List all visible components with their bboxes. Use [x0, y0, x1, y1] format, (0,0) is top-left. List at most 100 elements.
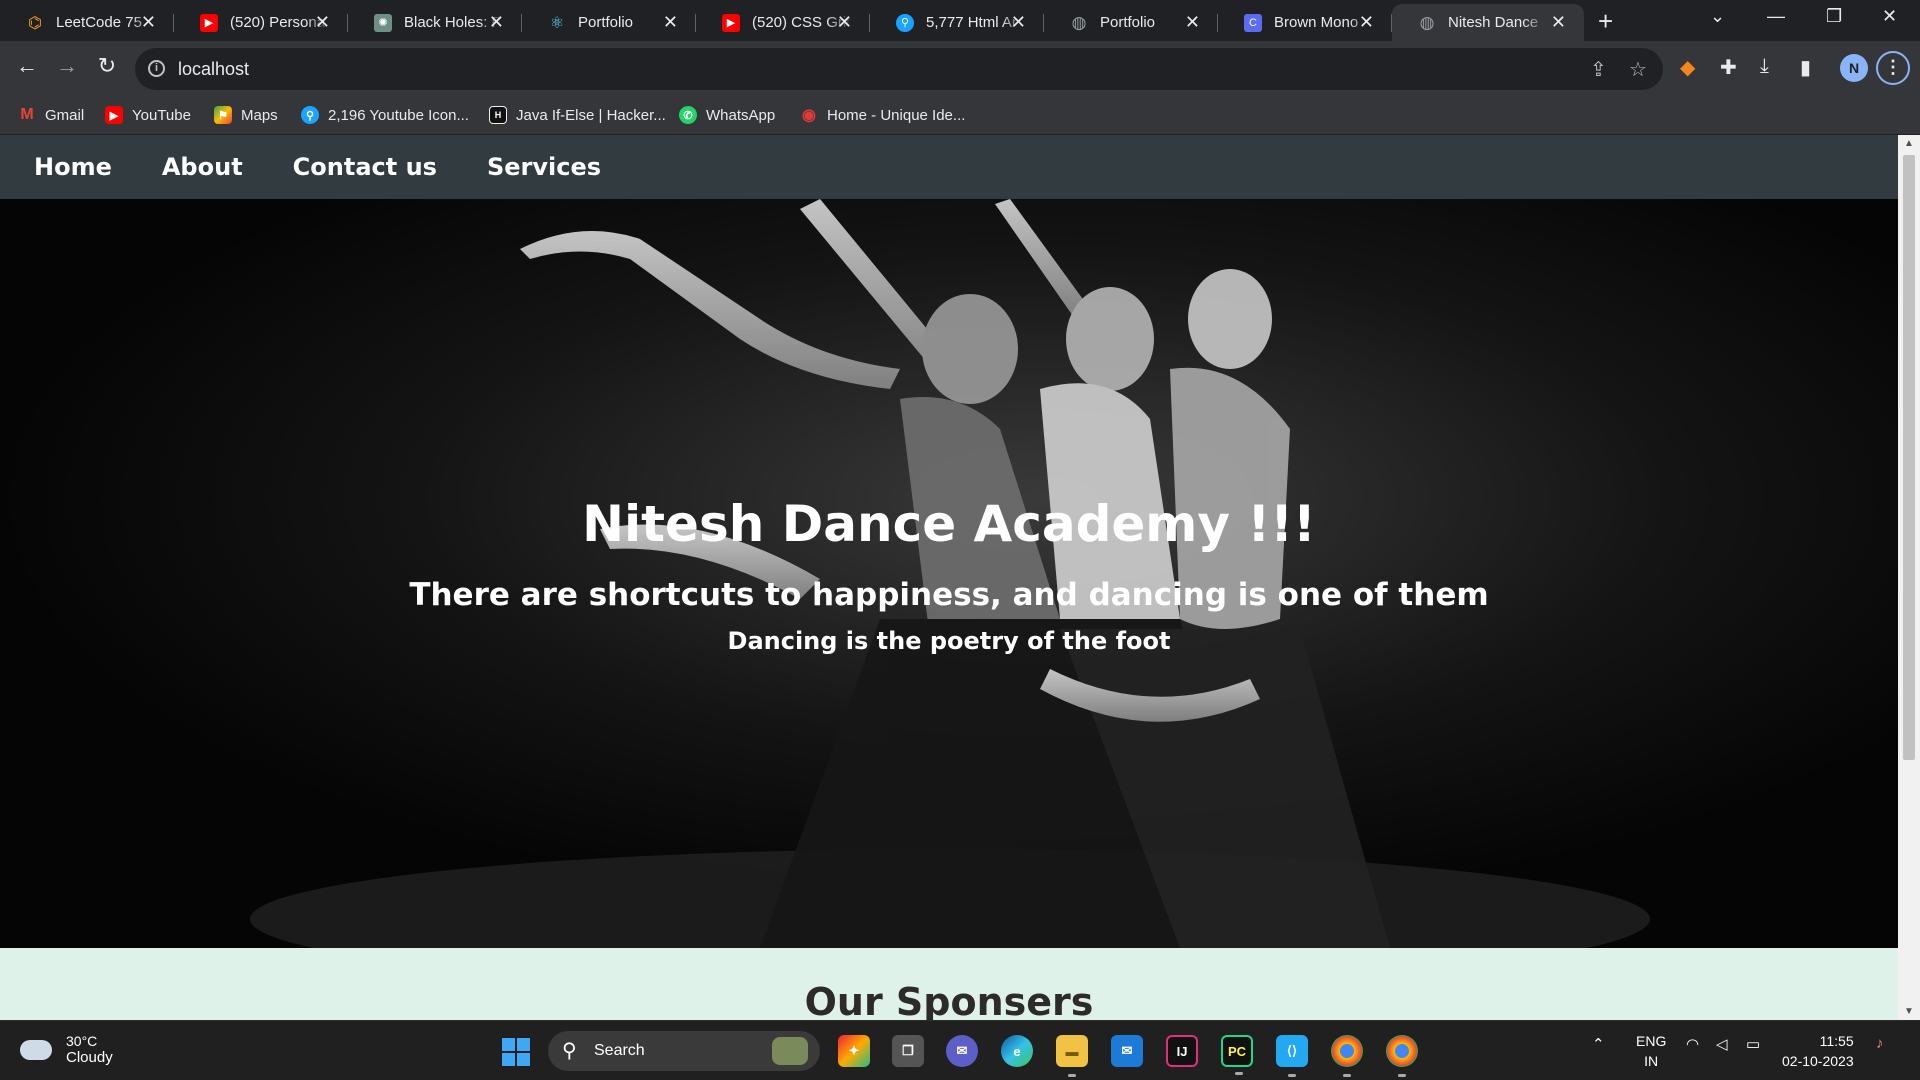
chatgpt-icon: ✺	[374, 13, 392, 32]
copilot-preview-icon[interactable]: ✦	[838, 1035, 870, 1067]
clock-time: 11:55	[1819, 1033, 1854, 1049]
language-indicator[interactable]: ENG IN	[1636, 1031, 1666, 1071]
clock-date: 02-10-2023	[1782, 1053, 1854, 1069]
new-tab-button[interactable]: +	[1598, 6, 1613, 37]
start-button[interactable]	[502, 1038, 530, 1066]
back-icon[interactable]: ←	[11, 53, 43, 79]
close-icon[interactable]: ✕	[315, 12, 330, 33]
iconscout-icon: ⚲	[301, 106, 319, 124]
hackerrank-icon: H	[489, 106, 507, 124]
mail-icon[interactable]: ✉	[1111, 1035, 1143, 1067]
bookmark-label: Gmail	[45, 106, 85, 124]
maps-icon: ⚑	[214, 106, 232, 124]
side-panel-icon[interactable]: ▮	[1800, 55, 1811, 80]
intellij-icon[interactable]: IJ	[1166, 1035, 1198, 1067]
close-icon[interactable]: ✕	[663, 12, 678, 33]
tab-5[interactable]: ⚲ 5,777 Html Ar ✕	[870, 4, 1044, 41]
tab-1[interactable]: ▶ (520) Persona ✕	[174, 4, 348, 41]
globe-icon: ◍	[1419, 12, 1435, 32]
edge-icon[interactable]: e	[1001, 1035, 1033, 1067]
tab-6[interactable]: ◍ Portfolio ✕	[1044, 4, 1218, 41]
youtube-icon: ▶	[105, 106, 123, 124]
battery-icon[interactable]: ▭	[1746, 1035, 1760, 1053]
bookmark-home[interactable]: ◉ Home - Unique Ide...	[800, 106, 965, 125]
nav-contact[interactable]: Contact us	[293, 153, 437, 181]
tab-2[interactable]: ✺ Black Holes: F ✕	[348, 4, 522, 41]
reload-icon[interactable]: ↻	[91, 53, 123, 79]
tab-search-icon[interactable]: ⌄	[1710, 6, 1725, 27]
close-icon[interactable]: ✕	[489, 12, 504, 33]
nav-services[interactable]: Services	[487, 153, 601, 181]
share-icon[interactable]: ⇪	[1590, 57, 1607, 82]
bookmark-hackerrank[interactable]: H Java If-Else | Hacker...	[489, 106, 666, 124]
url-text[interactable]: localhost	[178, 59, 249, 80]
tab-4[interactable]: ▶ (520) CSS Gric ✕	[696, 4, 870, 41]
tab-strip: ⌬ LeetCode 75 ✕ ▶ (520) Persona ✕ ✺ Blac…	[0, 0, 1920, 41]
iconscout-icon: ⚲	[896, 13, 914, 32]
clock[interactable]: 11:55 02-10-2023	[1782, 1031, 1854, 1071]
forward-icon[interactable]: →	[51, 53, 83, 79]
tab-3[interactable]: ⚛ Portfolio ✕	[522, 4, 696, 41]
wifi-logo-icon: ◉	[802, 107, 816, 124]
menu-icon[interactable]: ⋮	[1876, 51, 1910, 85]
address-bar[interactable]: i localhost ⇪ ☆	[135, 48, 1663, 90]
close-icon[interactable]: ✕	[1359, 12, 1374, 33]
minimize-button[interactable]: —	[1767, 6, 1785, 27]
volume-icon[interactable]: ◁	[1716, 1035, 1728, 1053]
nav-about[interactable]: About	[162, 153, 243, 181]
scroll-up-icon[interactable]: ▲	[1904, 138, 1914, 149]
hero-title: Nitesh Dance Academy !!!	[582, 495, 1316, 553]
vscode-icon[interactable]: ⟨⟩	[1276, 1035, 1308, 1077]
nav-home[interactable]: Home	[34, 153, 112, 181]
search-highlight-image	[772, 1037, 808, 1065]
bookmark-gmail[interactable]: M Gmail	[18, 106, 84, 124]
bookmark-youtube[interactable]: ▶ YouTube	[105, 106, 191, 124]
dancers-background-image	[0, 199, 1898, 948]
metamask-icon[interactable]: ◆	[1680, 55, 1695, 80]
hero-tagline: Dancing is the poetry of the foot	[727, 627, 1171, 655]
star-icon[interactable]: ☆	[1629, 57, 1647, 82]
react-icon: ⚛	[549, 14, 565, 32]
tab-0[interactable]: ⌬ LeetCode 75 ✕	[0, 4, 174, 41]
site-navbar: Home About Contact us Services	[0, 135, 1898, 199]
close-icon[interactable]: ✕	[837, 12, 852, 33]
bookmark-iconscout[interactable]: ⚲ 2,196 Youtube Icon...	[301, 106, 469, 124]
bookmark-maps[interactable]: ⚑ Maps	[214, 106, 278, 124]
scroll-down-icon[interactable]: ▼	[1904, 1006, 1914, 1017]
youtube-icon: ▶	[722, 13, 740, 32]
task-view-icon[interactable]: ❐	[892, 1035, 924, 1067]
weather-widget[interactable]: 30°C Cloudy	[20, 1033, 113, 1066]
chrome-icon[interactable]	[1331, 1035, 1363, 1077]
weather-desc: Cloudy	[66, 1049, 113, 1066]
close-icon[interactable]: ✕	[141, 12, 156, 33]
notification-bell-icon[interactable]: ♪	[1876, 1035, 1884, 1052]
download-icon[interactable]: ⤓	[1760, 55, 1769, 78]
sponsors-heading: Our Sponsers	[804, 980, 1094, 1020]
restore-button[interactable]: ❐	[1826, 6, 1842, 27]
site-info-icon[interactable]: i	[148, 60, 165, 77]
show-hidden-icons[interactable]: ⌃	[1592, 1035, 1605, 1053]
scrollbar-thumb[interactable]	[1903, 155, 1915, 760]
tab-active[interactable]: ◍ Nitesh Dance ✕	[1392, 4, 1584, 41]
teams-chat-icon[interactable]: ✉	[946, 1035, 978, 1067]
leetcode-icon: ⌬	[28, 14, 42, 32]
page-viewport: Home About Contact us Services Nitesh Da…	[0, 135, 1898, 1020]
file-explorer-icon[interactable]: ▬	[1056, 1035, 1088, 1077]
bookmark-label: Maps	[241, 106, 278, 124]
page-scrollbar[interactable]: ▲ ▼	[1898, 135, 1920, 1020]
pycharm-icon[interactable]: PC	[1221, 1035, 1253, 1075]
taskbar-search[interactable]: ⚲ Search	[548, 1031, 820, 1071]
chrome-profile-icon[interactable]	[1386, 1035, 1418, 1077]
wifi-icon[interactable]: ◠	[1686, 1035, 1699, 1053]
extensions-icon[interactable]: ✚	[1720, 55, 1737, 80]
close-icon[interactable]: ✕	[1011, 12, 1026, 33]
close-icon[interactable]: ✕	[1551, 12, 1566, 33]
search-label: Search	[594, 1042, 645, 1059]
close-icon[interactable]: ✕	[1185, 12, 1200, 33]
bookmark-whatsapp[interactable]: ✆ WhatsApp	[679, 106, 775, 124]
profile-avatar[interactable]: N	[1840, 54, 1868, 82]
close-window-button[interactable]: ✕	[1882, 6, 1897, 27]
tab-title: Nitesh Dance	[1448, 14, 1539, 31]
browser-toolbar: ← → ↻ i localhost ⇪ ☆ ◆ ✚ ⤓ ▮ N ⋮	[0, 41, 1920, 97]
tab-7[interactable]: C Brown Mono ✕	[1218, 4, 1392, 41]
